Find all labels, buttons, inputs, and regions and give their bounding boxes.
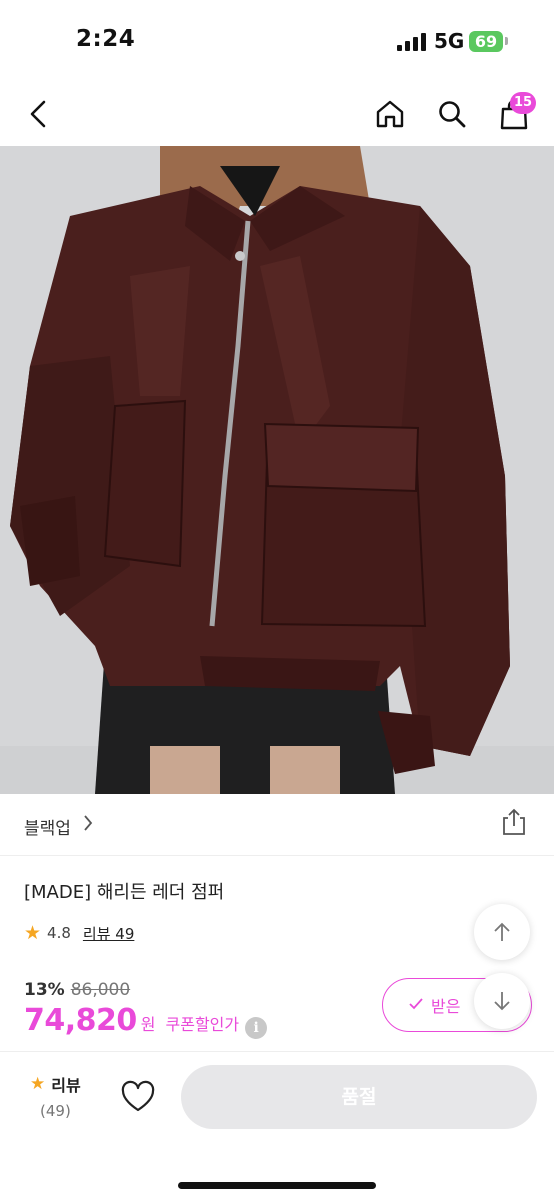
original-price: 86,000 <box>70 980 131 1000</box>
scroll-top-button[interactable] <box>474 904 530 960</box>
rating-value: 4.8 <box>47 924 71 942</box>
arrow-up-icon <box>494 922 510 941</box>
bottom-review-count: (49) <box>40 1102 71 1120</box>
star-icon: ★ <box>30 1074 46 1094</box>
cart-count-badge: 15 <box>510 92 536 114</box>
home-indicator <box>178 1182 376 1189</box>
brand-name[interactable]: 블랙업 <box>24 814 71 839</box>
scroll-down-button[interactable] <box>474 973 530 1029</box>
discount-rate: 13% <box>24 980 65 1000</box>
product-title: [MADE] 해리든 레더 점퍼 <box>24 882 225 903</box>
network-label: 5G <box>434 29 465 53</box>
info-icon[interactable]: i <box>245 1017 268 1039</box>
status-time: 2:24 <box>76 26 136 52</box>
rating-row: ★ 4.8 리뷰 49 <box>24 921 134 945</box>
price-row: 74,820 원 쿠폰할인가 i <box>24 1003 268 1039</box>
discount-row: 13% 86,000 <box>24 980 130 1000</box>
soldout-button[interactable]: 품절 <box>181 1065 537 1129</box>
battery-icon: 69 <box>469 31 503 52</box>
battery-tip <box>505 37 508 45</box>
home-icon[interactable] <box>370 94 410 134</box>
bottom-review-label: 리뷰 <box>51 1076 81 1095</box>
search-icon[interactable] <box>432 94 472 134</box>
arrow-down-icon <box>494 992 510 1011</box>
signal-icon <box>397 33 427 51</box>
coupon-button-label: 받은 <box>431 997 461 1016</box>
app-header <box>0 80 554 146</box>
bottom-bar: ★ 리뷰 (49) 품절 <box>0 1051 554 1200</box>
star-icon: ★ <box>24 922 42 944</box>
chevron-right-icon <box>82 813 94 838</box>
bottom-review-button[interactable]: ★ 리뷰 <box>30 1072 81 1096</box>
review-link[interactable]: 리뷰 49 <box>83 923 134 944</box>
coupon-price-label: 쿠폰할인가 <box>165 1015 240 1034</box>
check-icon <box>409 996 423 1014</box>
heart-icon[interactable] <box>120 1080 156 1116</box>
back-icon[interactable] <box>18 94 58 134</box>
status-bar: 2:24 5G 69 <box>0 0 554 80</box>
sale-price: 74,820 <box>24 1003 137 1038</box>
currency-label: 원 <box>140 1015 156 1034</box>
brand-row[interactable]: 블랙업 <box>0 794 554 856</box>
share-icon[interactable] <box>498 806 530 838</box>
product-image[interactable] <box>0 146 554 794</box>
